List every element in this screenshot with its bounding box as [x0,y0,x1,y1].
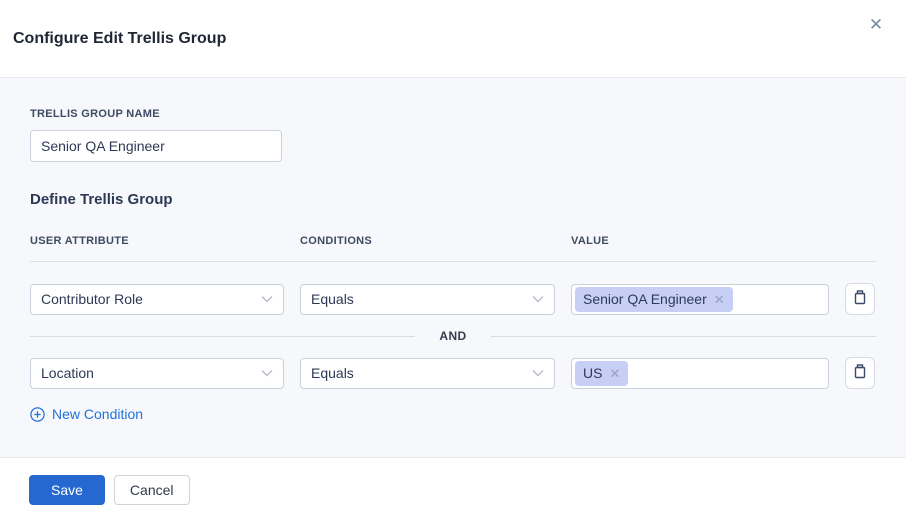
new-condition-label: New Condition [52,406,143,422]
chevron-down-icon [261,369,273,377]
user-attribute-select-row1[interactable]: Contributor Role [30,284,284,315]
user-attribute-value: Location [41,365,94,381]
condition-select-row2[interactable]: Equals [300,358,555,389]
user-attribute-value: Contributor Role [41,291,143,307]
user-attribute-select-row2[interactable]: Location [30,358,284,389]
value-tag: Senior QA Engineer ✕ [575,287,733,312]
and-separator: AND [30,327,876,345]
trellis-group-name-label: TRELLIS GROUP NAME [30,108,876,120]
trash-icon [852,289,868,309]
value-tag-label: US [583,365,602,381]
plus-circle-icon [30,407,45,422]
value-input-row1[interactable]: Senior QA Engineer ✕ [571,284,829,315]
configure-trellis-group-modal: Configure Edit Trellis Group ✕ TRELLIS G… [0,0,906,521]
modal-footer: Save Cancel [0,457,906,521]
save-button[interactable]: Save [29,475,105,505]
trash-icon [852,363,868,383]
close-button[interactable]: ✕ [864,13,888,37]
trellis-group-name-input[interactable] [30,130,282,162]
value-column-header: VALUE [571,235,829,247]
delete-condition-button-row1[interactable] [845,283,875,315]
tag-remove-icon[interactable]: ✕ [714,293,725,306]
modal-header: Configure Edit Trellis Group ✕ [0,0,906,78]
condition-select-row1[interactable]: Equals [300,284,555,315]
value-tag: US ✕ [575,361,628,386]
value-input-row2[interactable]: US ✕ [571,358,829,389]
chevron-down-icon [532,295,544,303]
condition-row-1: Contributor Role Equals Senior QA Engine… [30,283,876,315]
separator-line-left [30,336,415,337]
cancel-button[interactable]: Cancel [114,475,190,505]
conditions-column-header: CONDITIONS [300,235,555,247]
tag-remove-icon[interactable]: ✕ [609,367,620,380]
condition-row-2: Location Equals US ✕ [30,357,876,389]
close-icon: ✕ [869,13,883,37]
chevron-down-icon [261,295,273,303]
and-label: AND [415,329,490,343]
modal-body: TRELLIS GROUP NAME Define Trellis Group … [0,78,906,457]
delete-condition-button-row2[interactable] [845,357,875,389]
chevron-down-icon [532,369,544,377]
user-attribute-column-header: USER ATTRIBUTE [30,235,284,247]
value-tag-label: Senior QA Engineer [583,291,707,307]
condition-value: Equals [311,291,354,307]
modal-title: Configure Edit Trellis Group [13,30,226,48]
condition-value: Equals [311,365,354,381]
condition-column-headers: USER ATTRIBUTE CONDITIONS VALUE [30,235,876,247]
separator-line-right [491,336,876,337]
new-condition-button[interactable]: New Condition [30,406,143,422]
header-divider [30,261,876,262]
define-trellis-group-heading: Define Trellis Group [30,191,876,208]
